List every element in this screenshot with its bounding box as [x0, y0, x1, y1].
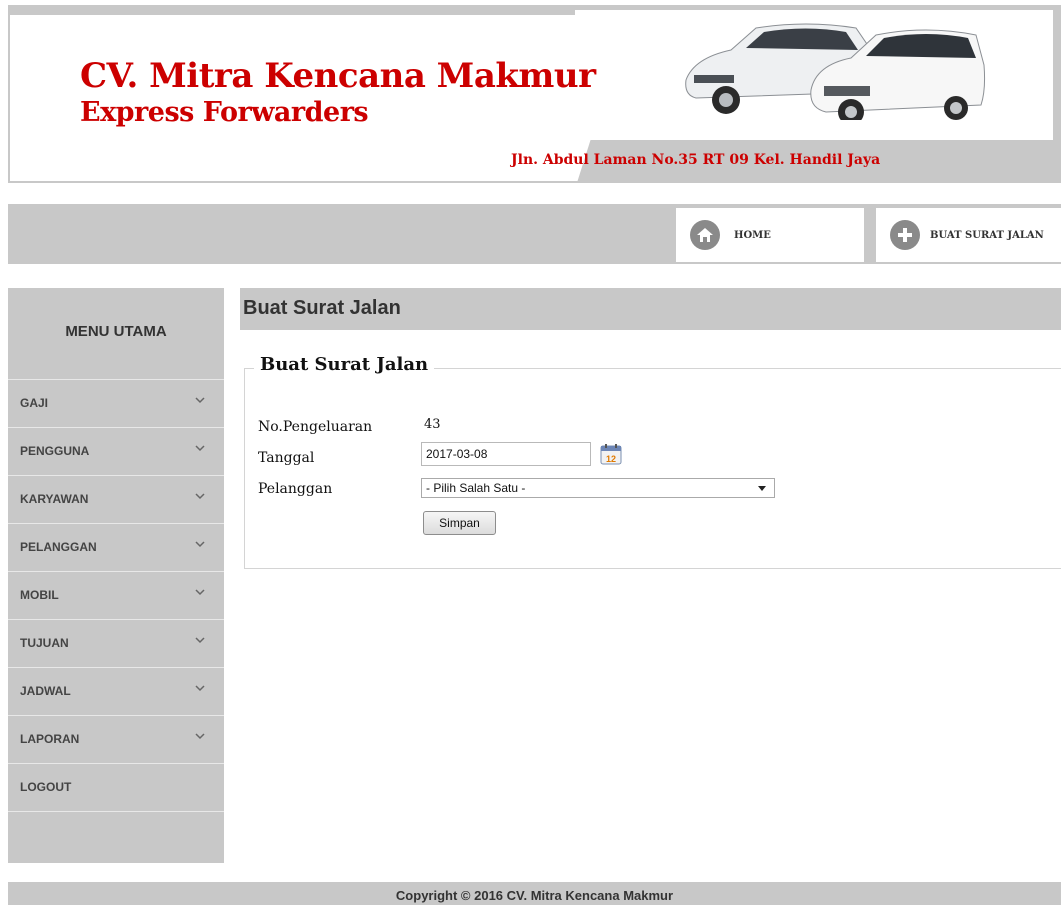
sidebar-item-label: PELANGGAN	[20, 540, 97, 554]
company-address: Jln. Abdul Laman No.35 RT 09 Kel. Handil…	[511, 152, 881, 168]
chevron-down-icon	[195, 541, 205, 548]
plus-icon	[890, 220, 920, 250]
chevron-down-icon	[195, 589, 205, 596]
sidebar-item-label: KARYAWAN	[20, 492, 89, 506]
chevron-down-icon	[195, 493, 205, 500]
sidebar-title: MENU UTAMA	[65, 323, 167, 340]
home-label: HOME	[734, 229, 771, 241]
calendar-icon[interactable]: 12	[598, 443, 624, 467]
tanggal-label: Tanggal	[258, 450, 315, 466]
chevron-down-icon	[195, 445, 205, 452]
dropdown-caret-icon	[758, 486, 766, 491]
sidebar: MENU UTAMA GAJI PENGGUNA KARYAWAN PELANG…	[8, 288, 224, 863]
sidebar-empty-row	[8, 811, 224, 858]
sidebar-item-label: LAPORAN	[20, 732, 80, 746]
sidebar-item-pengguna[interactable]: PENGGUNA	[8, 427, 224, 474]
sidebar-item-label: GAJI	[20, 396, 49, 410]
no-pengeluaran-label: No.Pengeluaran	[258, 419, 373, 435]
chevron-down-icon	[195, 685, 205, 692]
sidebar-item-jadwal[interactable]: JADWAL	[8, 667, 224, 714]
sidebar-item-pelanggan[interactable]: PELANGGAN	[8, 523, 224, 570]
pelanggan-select[interactable]: - Pilih Salah Satu -	[421, 478, 775, 498]
no-pengeluaran-value: 43	[424, 417, 441, 432]
sidebar-item-logout[interactable]: LOGOUT	[8, 763, 224, 810]
company-tagline: Express Forwarders	[80, 97, 369, 128]
sidebar-item-label: JADWAL	[20, 684, 71, 698]
sidebar-item-gaji[interactable]: GAJI	[8, 379, 224, 426]
sidebar-item-karyawan[interactable]: KARYAWAN	[8, 475, 224, 522]
svg-text:12: 12	[606, 454, 616, 464]
home-button[interactable]: HOME	[676, 208, 864, 262]
simpan-button[interactable]: Simpan	[423, 511, 496, 535]
footer-copyright: Copyright © 2016 CV. Mitra Kencana Makmu…	[395, 888, 674, 903]
company-name: CV. Mitra Kencana Makmur	[80, 56, 596, 96]
chevron-down-icon	[195, 397, 205, 404]
pelanggan-selected-value: - Pilih Salah Satu -	[426, 481, 526, 495]
home-icon	[690, 220, 720, 250]
sidebar-item-label: PENGGUNA	[20, 444, 90, 458]
form-fieldset	[244, 368, 1061, 569]
sidebar-item-label: MOBIL	[20, 588, 59, 602]
chevron-down-icon	[195, 733, 205, 740]
tanggal-input[interactable]: 2017-03-08	[421, 442, 591, 466]
cars-image	[685, 23, 986, 120]
sidebar-item-mobil[interactable]: MOBIL	[8, 571, 224, 618]
chevron-down-icon	[195, 637, 205, 644]
sidebar-item-label: TUJUAN	[20, 636, 69, 650]
create-surat-jalan-button[interactable]: BUAT SURAT JALAN	[876, 208, 1061, 262]
sidebar-item-laporan[interactable]: LAPORAN	[8, 715, 224, 762]
page-title: Buat Surat Jalan	[243, 297, 401, 319]
create-surat-jalan-label: BUAT SURAT JALAN	[930, 229, 1044, 241]
sidebar-item-tujuan[interactable]: TUJUAN	[8, 619, 224, 666]
pelanggan-label: Pelanggan	[258, 481, 333, 497]
form-legend: Buat Surat Jalan	[254, 354, 435, 375]
sidebar-item-label: LOGOUT	[20, 780, 72, 794]
